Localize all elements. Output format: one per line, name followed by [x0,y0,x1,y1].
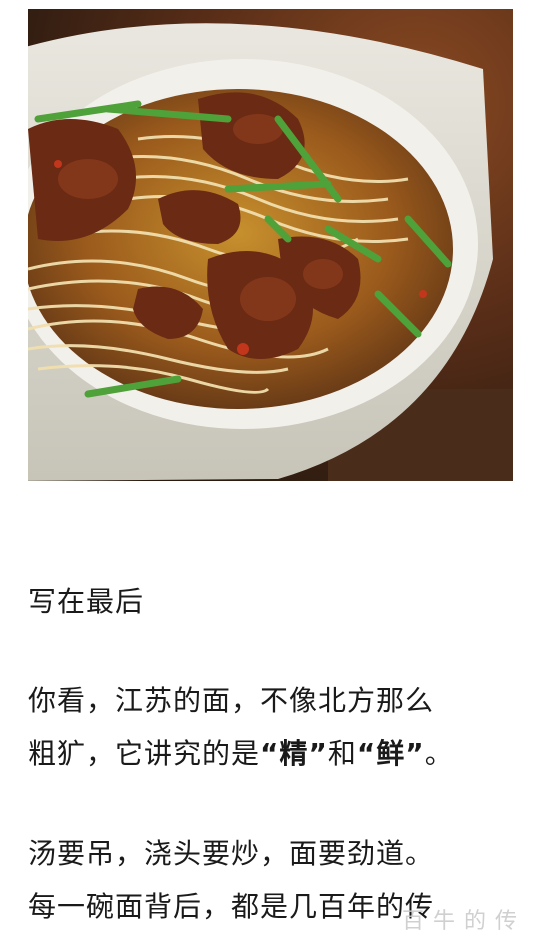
paragraph-2-line-2: 每一碗面背后，都是几百年的传 [28,890,435,923]
conjunction-he: 和 [327,737,357,770]
keyword-jing: 精 [279,737,309,770]
section-heading: 写在最后 [28,585,145,618]
watermark: 百 牛 的 传 [402,909,518,934]
paragraph-1-line-2: 粗犷，它讲究的是“精”和“鲜”。 [28,727,454,780]
paragraph-2: 汤要吊，浇头要炒，面要劲道。 每一碗面背后，都是几百年的传 [28,827,434,933]
quote-close-2: ” [405,737,425,770]
noodle-bowl-illustration [28,9,513,481]
keyword-xian: 鲜 [376,737,406,770]
paragraph-2-line-1: 汤要吊，浇头要炒，面要劲道。 [28,837,435,870]
quote-open-2: “ [356,737,377,770]
noodle-soup-photo [28,9,513,481]
quote-close-1: ” [308,737,328,770]
sentence-end: 。 [424,737,454,770]
paragraph-1-line-1: 你看，江苏的面，不像北方那么 [28,684,435,717]
paragraph-1: 你看，江苏的面，不像北方那么 粗犷，它讲究的是“精”和“鲜”。 [28,674,454,780]
quote-open-1: “ [260,737,280,770]
paragraph-1-line-2-text: 粗犷，它讲究的是 [28,737,261,770]
